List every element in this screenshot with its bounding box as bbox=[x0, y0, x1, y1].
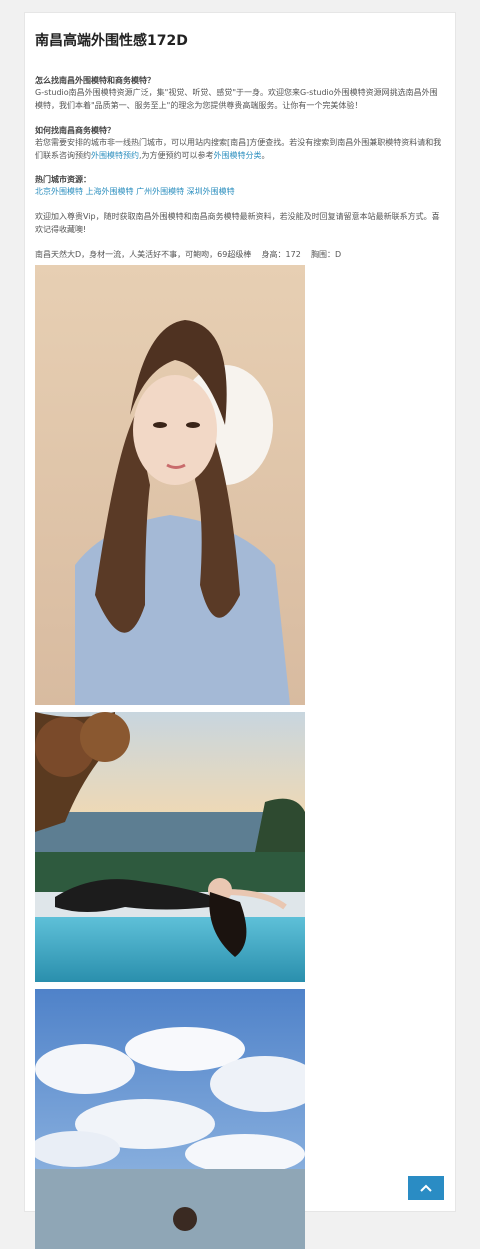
page-title: 南昌高端外围性感172D bbox=[35, 33, 188, 49]
section-heading: 热门城市资源： bbox=[35, 175, 91, 184]
profile-info: 南昌天然大D，身材一流，人美活好不事，可鲍吻，69超级棒 身高：172 胸围：D bbox=[35, 249, 445, 262]
link-shanghai[interactable]: 上海外围模特 bbox=[86, 187, 134, 196]
section-hot-cities: 热门城市资源： 北京外围模特 上海外围模特 广州外围模特 深圳外围模特 bbox=[35, 174, 445, 199]
back-to-top-button[interactable] bbox=[408, 1176, 444, 1200]
section-how-to-find: 怎么找南昌外围模特和商务模特？ G-studio南昌外围模特资源广泛，集"视觉、… bbox=[35, 75, 445, 112]
link-guangzhou[interactable]: 广州外围模特 bbox=[136, 187, 184, 196]
section-heading: 如何找南昌商务模特？ bbox=[35, 126, 115, 135]
section-heading: 怎么找南昌外围模特和商务模特？ bbox=[35, 76, 155, 85]
portrait-image bbox=[35, 265, 305, 705]
pool-image bbox=[35, 712, 305, 982]
body-text: ,为方便预约可以参考 bbox=[139, 150, 214, 160]
section-body: G-studio南昌外围模特资源广泛，集"视觉、听觉、感觉"于一身。欢迎您来G-… bbox=[35, 88, 438, 110]
section-business-model: 如何找南昌商务模特？ 若您需要安排的城市非一线热门城市，可以用站内搜索[南昌]方… bbox=[35, 125, 445, 162]
profile-photo-1 bbox=[35, 265, 305, 705]
article-card: 南昌高端外围性感172D 怎么找南昌外围模特和商务模特？ G-studio南昌外… bbox=[24, 12, 456, 1249]
section-vip: 欢迎加入尊贵Vip，随时获取南昌外围模特和南昌商务模特最新资料，若没能及时回复请… bbox=[35, 211, 445, 236]
chevron-up-icon bbox=[420, 1184, 432, 1192]
city-links: 北京外围模特 上海外围模特 广州外围模特 深圳外围模特 bbox=[35, 186, 445, 199]
profile-photo-3 bbox=[35, 989, 305, 1249]
section-body: 欢迎加入尊贵Vip，随时获取南昌外围模特和南昌商务模特最新资料，若没能及时回复请… bbox=[35, 212, 440, 234]
body-text: 。 bbox=[261, 150, 270, 160]
profile-text: 南昌天然大D，身材一流，人美活好不事，可鲍吻，69超级棒 身高：172 胸围：D bbox=[35, 250, 342, 259]
link-model-booking[interactable]: 外围模特预约 bbox=[91, 151, 139, 160]
section-body: 若您需要安排的城市非一线热门城市，可以用站内搜索[南昌]方便查找。若没有搜索到南… bbox=[35, 137, 445, 162]
sky-image bbox=[35, 989, 305, 1249]
link-beijing[interactable]: 北京外围模特 bbox=[35, 187, 83, 196]
profile-photo-2 bbox=[35, 712, 305, 982]
link-model-category[interactable]: 外围模特分类 bbox=[214, 151, 262, 160]
link-shenzhen[interactable]: 深圳外围模特 bbox=[187, 187, 235, 196]
